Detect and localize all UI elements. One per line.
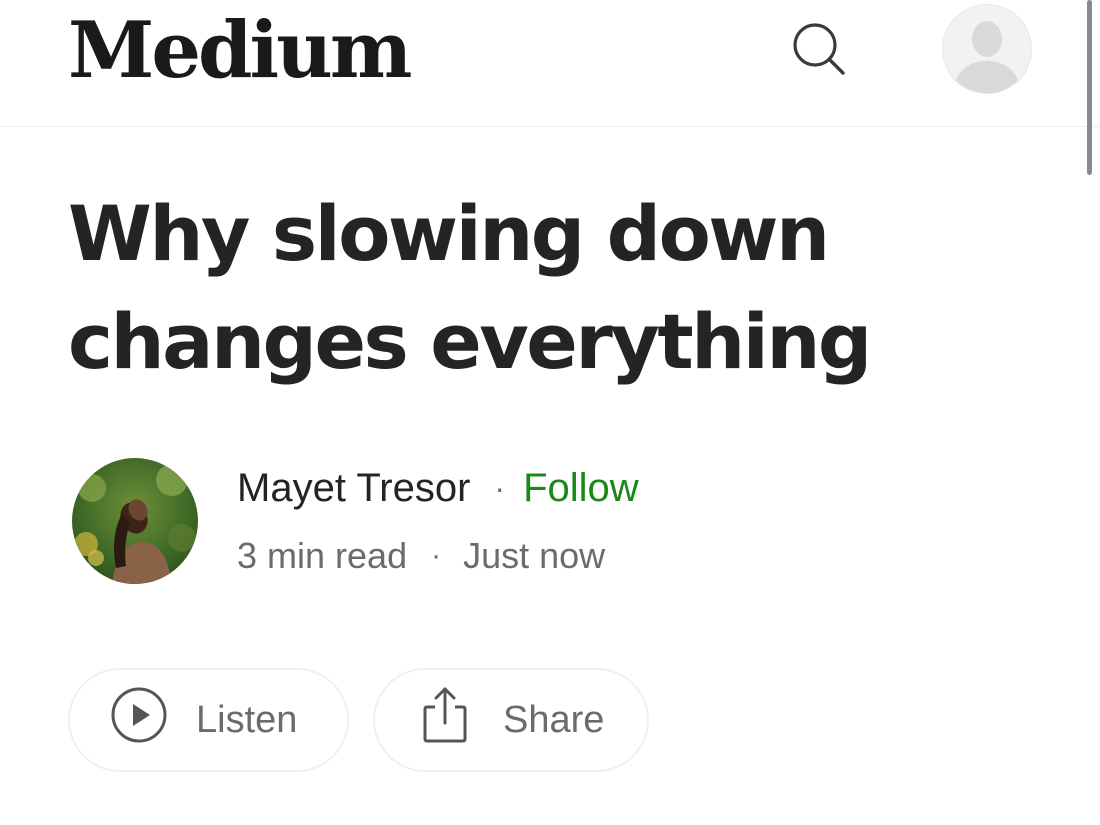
medium-logo[interactable]: Medium [68,6,412,96]
read-time: 3 min read [237,535,408,576]
listen-label: Listen [196,698,298,741]
search-icon [793,23,845,75]
separator-dot: · [431,539,442,572]
scrollbar[interactable] [1087,0,1092,175]
publish-time: Just now [463,535,606,576]
author-line: Mayet Tresor · Follow [237,463,639,513]
article-title: Why slowing down changes everything [68,189,872,386]
follow-button[interactable]: Follow [523,466,639,511]
play-circle-icon [110,686,168,754]
user-avatar-icon [943,5,1031,93]
separator-dot: · [494,469,506,506]
profile-avatar-button[interactable] [942,4,1032,94]
article-meta: 3 min read · Just now [237,532,605,580]
share-button[interactable]: Share [373,668,649,772]
top-bar: Medium [0,0,1100,127]
share-icon [421,685,469,755]
author-name[interactable]: Mayet Tresor [237,466,470,511]
share-label: Share [503,698,605,741]
author-photo [72,458,198,584]
author-avatar[interactable] [72,458,198,584]
listen-button[interactable]: Listen [68,668,349,772]
search-button[interactable] [788,18,848,78]
